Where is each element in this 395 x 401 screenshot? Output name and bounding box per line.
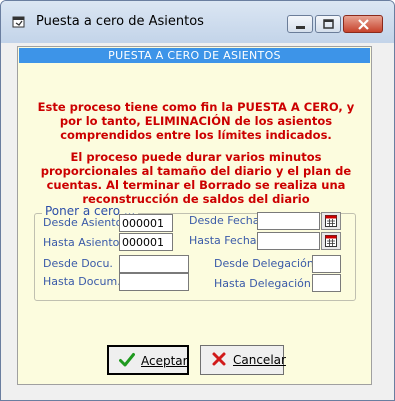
calendar-icon [325,215,337,227]
desde-fecha-input[interactable] [257,212,320,230]
info-message-2: El proceso puede durar varios minutos pr… [40,150,352,206]
hasta-fecha-label: Hasta Fecha [189,234,257,247]
calendar-icon [325,235,337,247]
checkmark-icon [119,353,135,367]
cancel-button[interactable]: Cancelar [200,345,286,375]
desde-fecha-label: Desde Fecha [189,214,260,227]
accept-button[interactable]: Aceptar [107,345,189,375]
panel-header: PUESTA A CERO DE ASIENTOS [19,48,370,63]
cancel-label: Cancelar [233,353,286,367]
hasta-fecha-calendar-button[interactable] [321,232,341,250]
hasta-delegacion-label: Hasta Delegación [214,277,311,290]
maximize-icon [323,19,334,29]
close-icon [358,19,369,30]
hasta-asiento-input[interactable] [119,233,173,251]
accept-label: Aceptar [141,354,188,368]
maximize-button[interactable] [315,15,341,33]
desde-delegacion-label: Desde Delegación [214,257,314,270]
desde-asiento-label: Desde Asiento [43,216,123,229]
app-icon [12,16,25,28]
window-title: Puesta a cero de Asientos [36,14,204,29]
desde-asiento-input[interactable] [119,214,173,232]
desde-docu-input[interactable] [119,255,189,273]
close-button[interactable] [343,15,383,33]
minimize-button[interactable] [287,15,313,33]
hasta-delegacion-input[interactable] [312,274,341,292]
hasta-docum-label: Hasta Docum. [43,275,121,288]
x-icon [212,352,226,366]
desde-docu-label: Desde Docu. [43,257,113,270]
title-bar[interactable]: Puesta a cero de Asientos [1,1,394,43]
minimize-icon [296,26,305,29]
info-message-1: Este proceso tiene como fin la PUESTA A … [37,100,355,142]
desde-delegacion-input[interactable] [312,255,341,273]
hasta-docum-input[interactable] [119,273,189,291]
hasta-asiento-label: Hasta Asiento [43,236,120,249]
desde-fecha-calendar-button[interactable] [321,212,341,230]
hasta-fecha-input[interactable] [257,232,320,250]
